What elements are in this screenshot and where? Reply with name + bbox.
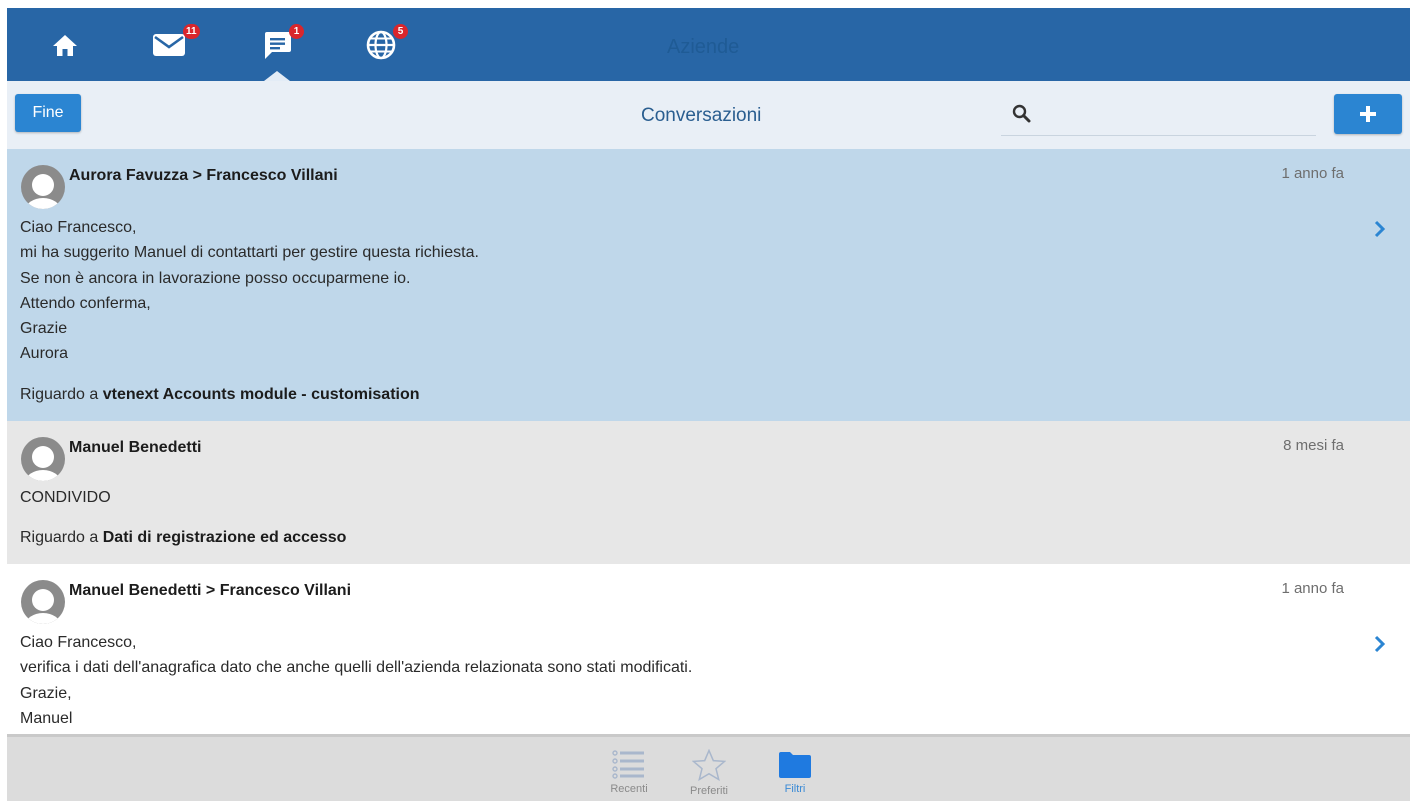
home-icon [53,34,77,56]
chat-icon [265,31,291,59]
tab-label: Recenti [610,783,648,795]
star-icon [692,749,726,781]
message-line: CONDIVIDO [20,489,111,506]
conversation-time: 1 anno fa [1281,165,1344,182]
add-conversation-button[interactable] [1334,94,1402,134]
chevron-right-icon[interactable] [1372,219,1388,239]
web-badge: 5 [393,24,408,39]
message-line: Grazie, [20,684,72,702]
active-tab-indicator [264,71,290,81]
avatar [21,580,65,624]
nav-conversations[interactable]: 1 [247,8,307,81]
message-line: Aurora [20,345,69,363]
message-line: Se non è ancora in lavorazione posso occ… [20,269,411,287]
avatar [21,437,65,481]
message-line: Ciao Francesco, [20,634,137,651]
tab-preferiti[interactable]: Preferiti [674,749,744,801]
plus-icon [1360,106,1376,122]
conversation-author: Aurora Favuzza > Francesco Villani [69,167,338,184]
nav-messages[interactable]: 11 [139,8,200,81]
conversation-related: Riguardo a vtenext Accounts module - cus… [20,386,420,404]
nav-web[interactable]: 5 [351,8,411,81]
tab-label: Preferiti [690,785,728,797]
search-icon[interactable] [1011,103,1033,125]
conversation-related: Riguardo a Dati di registrazione ed acce… [20,529,346,547]
related-prefix: Riguardo a [20,386,99,403]
list-icon [612,750,644,779]
bottom-tab-bar: Recenti Preferiti Filtri [7,734,1410,801]
toolbar: Fine Conversazioni [7,81,1410,149]
messages-badge: 11 [183,24,200,39]
folder-icon [779,752,811,778]
related-record-link[interactable]: Dati di registrazione ed accesso [103,529,347,546]
user-icon [25,446,61,481]
conversation-time: 8 mesi fa [1283,437,1344,454]
done-button[interactable]: Fine [15,94,81,132]
page-title: Conversazioni [641,105,762,126]
tab-label: Filtri [784,783,806,795]
related-prefix: Riguardo a [20,529,99,546]
conversation-item[interactable]: Aurora Favuzza > Francesco Villani 1 ann… [7,149,1410,421]
message-line: Manuel [20,709,73,727]
conversation-message: Ciao Francesco, verifica i dati dell'ana… [20,630,692,731]
mail-icon [153,33,185,56]
conversation-author: Manuel Benedetti [69,439,202,456]
conversations-badge: 1 [289,24,304,39]
tab-filtri[interactable]: Filtri [760,749,830,801]
app-frame: 11 1 5 Aziende Fine Conversazioni Aurora… [7,0,1410,801]
module-title: Aziende [667,36,740,58]
related-record-link[interactable]: vtenext Accounts module - customisation [103,386,420,403]
user-icon [25,174,61,209]
conversation-list: Aurora Favuzza > Francesco Villani 1 ann… [7,149,1410,734]
conversation-item[interactable]: Manuel Benedetti 8 mesi fa CONDIVIDO Rig… [7,421,1410,564]
message-line: verifica i dati dell'anagrafica dato che… [20,659,693,677]
globe-icon [366,30,396,59]
message-line: Attendo conferma, [20,294,151,312]
tab-recenti[interactable]: Recenti [594,749,664,801]
search-input[interactable] [1039,101,1313,129]
chevron-right-icon[interactable] [1372,634,1388,654]
user-icon [25,589,61,624]
message-line: mi ha suggerito Manuel di contattarti pe… [20,244,479,262]
avatar [21,165,65,209]
conversation-item[interactable]: Manuel Benedetti > Francesco Villani 1 a… [7,564,1410,734]
conversation-message: CONDIVIDO [20,485,111,510]
message-line: Ciao Francesco, [20,219,137,236]
message-line: Grazie [20,320,68,338]
top-nav-bar: 11 1 5 Aziende [7,8,1410,81]
nav-home[interactable] [35,8,95,81]
search-box [1001,95,1316,136]
conversation-author: Manuel Benedetti > Francesco Villani [69,582,352,599]
conversation-message: Ciao Francesco, mi ha suggerito Manuel d… [20,215,479,367]
conversation-time: 1 anno fa [1281,580,1344,597]
